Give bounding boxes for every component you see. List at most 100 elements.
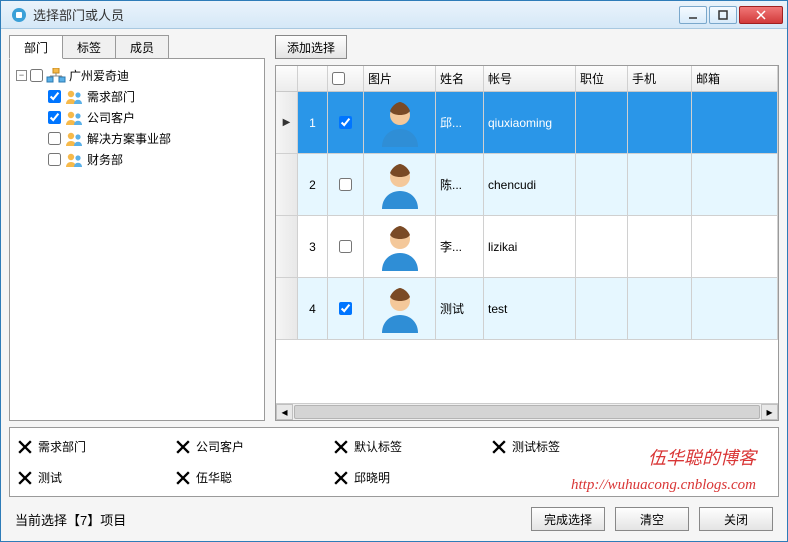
avatar-icon — [376, 161, 424, 209]
remove-chip-icon[interactable] — [334, 440, 348, 454]
remove-chip-icon[interactable] — [18, 440, 32, 454]
header-indicator — [276, 66, 298, 91]
table-row[interactable]: 2陈...chencudi — [276, 154, 778, 216]
tree-node-checkbox[interactable] — [48, 153, 61, 166]
row-position — [576, 92, 628, 153]
row-name: 邱... — [436, 92, 484, 153]
tab-dept[interactable]: 部门 — [9, 35, 63, 59]
row-check-cell[interactable] — [328, 92, 364, 153]
selection-chip: 默认标签 — [334, 438, 484, 455]
row-email — [692, 278, 778, 339]
finish-button[interactable]: 完成选择 — [531, 507, 605, 531]
tree-node-label[interactable]: 公司客户 — [87, 109, 135, 126]
tree-root-checkbox[interactable] — [30, 69, 43, 82]
tree-node-checkbox[interactable] — [48, 111, 61, 124]
row-check-cell[interactable] — [328, 278, 364, 339]
people-icon — [64, 89, 84, 105]
selection-chip: 测试 — [18, 469, 168, 486]
window-title: 选择部门或人员 — [33, 5, 679, 24]
row-checkbox[interactable] — [339, 240, 352, 253]
clear-button[interactable]: 清空 — [615, 507, 689, 531]
chip-label: 公司客户 — [196, 438, 244, 455]
header-account[interactable]: 帐号 — [484, 66, 576, 91]
tree-expander[interactable]: − — [16, 70, 27, 81]
tree-node-label[interactable]: 需求部门 — [87, 88, 135, 105]
row-phone — [628, 278, 692, 339]
selection-chip: 邱晓明 — [334, 469, 484, 486]
app-icon — [11, 7, 27, 23]
row-checkbox[interactable] — [339, 116, 352, 129]
tree-node-checkbox[interactable] — [48, 90, 61, 103]
remove-chip-icon[interactable] — [176, 440, 190, 454]
grid-header: 图片 姓名 帐号 职位 手机 邮箱 — [276, 66, 778, 92]
header-phone[interactable]: 手机 — [628, 66, 692, 91]
close-dialog-button[interactable]: 关闭 — [699, 507, 773, 531]
scroll-right-icon[interactable]: ▸ — [761, 404, 778, 420]
add-selection-button[interactable]: 添加选择 — [275, 35, 347, 59]
header-check[interactable] — [328, 66, 364, 91]
tree-node-label[interactable]: 财务部 — [87, 151, 123, 168]
scroll-thumb[interactable] — [294, 405, 760, 419]
titlebar[interactable]: 选择部门或人员 — [1, 1, 787, 29]
tree-node-label[interactable]: 解决方案事业部 — [87, 130, 171, 147]
chip-label: 伍华聪 — [196, 469, 232, 486]
row-account: chencudi — [484, 154, 576, 215]
tab-tag[interactable]: 标签 — [62, 35, 116, 59]
tab-member[interactable]: 成员 — [115, 35, 169, 59]
row-phone — [628, 154, 692, 215]
header-rownum — [298, 66, 328, 91]
row-avatar-cell — [364, 92, 436, 153]
row-avatar-cell — [364, 154, 436, 215]
row-position — [576, 154, 628, 215]
row-number: 1 — [298, 92, 328, 153]
people-icon — [64, 110, 84, 126]
close-button[interactable] — [739, 6, 783, 24]
remove-chip-icon[interactable] — [18, 471, 32, 485]
row-check-cell[interactable] — [328, 154, 364, 215]
chip-label: 邱晓明 — [354, 469, 390, 486]
row-checkbox[interactable] — [339, 178, 352, 191]
row-name: 测试 — [436, 278, 484, 339]
row-indicator — [276, 278, 298, 339]
member-grid: 图片 姓名 帐号 职位 手机 邮箱 ▶1邱...qiuxiaoming2陈...… — [275, 65, 779, 421]
avatar-icon — [376, 223, 424, 271]
table-row[interactable]: 3李...lizikai — [276, 216, 778, 278]
row-name: 李... — [436, 216, 484, 277]
chip-label: 测试标签 — [512, 438, 560, 455]
header-checkbox[interactable] — [332, 72, 345, 85]
horizontal-scrollbar[interactable]: ◂ ▸ — [276, 403, 778, 420]
table-row[interactable]: ▶1邱...qiuxiaoming — [276, 92, 778, 154]
row-indicator — [276, 216, 298, 277]
tree-root-label[interactable]: 广州爱奇迪 — [69, 67, 129, 84]
header-name[interactable]: 姓名 — [436, 66, 484, 91]
maximize-button[interactable] — [709, 6, 737, 24]
scroll-left-icon[interactable]: ◂ — [276, 404, 293, 420]
dept-tree: − 广州爱奇迪 需求部门公司客户解决方案事业部财务部 — [9, 58, 265, 421]
avatar-icon — [376, 285, 424, 333]
tree-node-checkbox[interactable] — [48, 132, 61, 145]
row-avatar-cell — [364, 278, 436, 339]
row-name: 陈... — [436, 154, 484, 215]
remove-chip-icon[interactable] — [176, 471, 190, 485]
tab-strip: 部门 标签 成员 — [9, 35, 265, 59]
row-email — [692, 216, 778, 277]
header-img[interactable]: 图片 — [364, 66, 436, 91]
remove-chip-icon[interactable] — [334, 471, 348, 485]
people-icon — [64, 131, 84, 147]
selection-chip: 公司客户 — [176, 438, 326, 455]
people-icon — [64, 152, 84, 168]
minimize-button[interactable] — [679, 6, 707, 24]
row-checkbox[interactable] — [339, 302, 352, 315]
remove-chip-icon[interactable] — [492, 440, 506, 454]
row-position — [576, 216, 628, 277]
chip-label: 默认标签 — [354, 438, 402, 455]
row-check-cell[interactable] — [328, 216, 364, 277]
org-icon — [46, 68, 66, 84]
row-indicator — [276, 154, 298, 215]
selection-chip: 需求部门 — [18, 438, 168, 455]
row-number: 4 — [298, 278, 328, 339]
row-account: qiuxiaoming — [484, 92, 576, 153]
header-position[interactable]: 职位 — [576, 66, 628, 91]
table-row[interactable]: 4测试test — [276, 278, 778, 340]
header-email[interactable]: 邮箱 — [692, 66, 778, 91]
